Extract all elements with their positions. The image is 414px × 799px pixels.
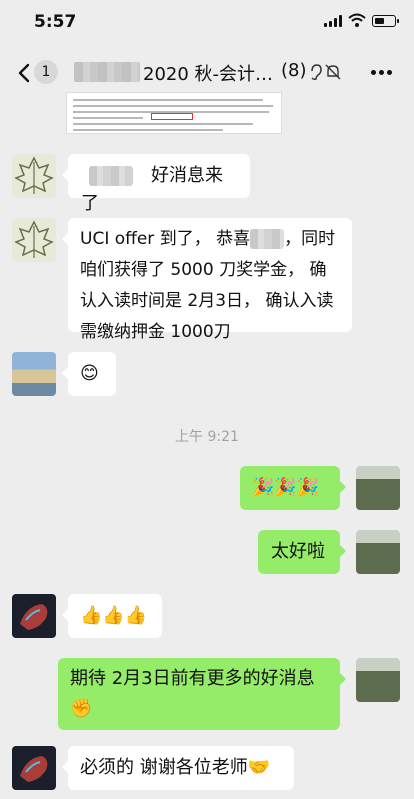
chat-title: 2020 秋-会计… [143,64,274,85]
message-bubble[interactable]: 😊 [62,352,116,396]
blurred-name [250,229,285,249]
wifi-icon [348,13,366,27]
message-bubble[interactable]: 太好啦 [258,530,346,574]
avatar[interactable] [12,746,56,790]
status-time: 5:57 [34,12,77,32]
status-bar: 5:57 [0,0,414,40]
message-text: 👍👍👍 [80,605,148,626]
signal-icon [324,15,344,27]
member-count: (8) [281,60,307,81]
message-bubble[interactable]: 🎉🎉🎉 [240,466,346,510]
message-bubble[interactable]: 期待 2月3日前有更多的好消息✊ [58,658,346,730]
more-icon[interactable] [371,70,393,76]
message-text: 🎉🎉🎉 [252,477,320,498]
blurred-name [89,166,133,186]
blurred-name [74,62,140,82]
back-icon[interactable] [14,61,36,85]
message-text: UCI offer 到了， 恭喜 [80,229,251,249]
avatar[interactable] [12,594,56,638]
message-bubble[interactable]: 好消息来了 [62,154,250,214]
timestamp: 上午 9:21 [175,429,239,445]
message-bubble[interactable]: 👍👍👍 [62,594,162,638]
message-text: 太好啦 [271,541,325,562]
avatar[interactable] [12,352,56,396]
document-image-message[interactable] [66,92,282,134]
battery-icon [372,15,399,27]
message-text: 😊 [80,363,99,384]
avatar[interactable] [356,466,400,510]
avatar[interactable] [12,154,56,198]
avatar[interactable] [356,530,400,574]
ear-icon [311,64,322,81]
message-text: 必须的 谢谢各位老师🤝 [80,757,271,778]
message-bubble[interactable]: UCI offer 到了， 恭喜 ，同时咱们获得了 5000 刀奖学金， 确认入读… [62,218,352,342]
avatar[interactable] [356,658,400,702]
message-text: 期待 2月3日前有更多的好消息✊ [70,668,315,719]
avatar[interactable] [12,218,56,262]
mute-icon [325,64,341,80]
message-bubble[interactable]: 必须的 谢谢各位老师🤝 [62,746,294,790]
unread-badge[interactable]: 1 [34,60,58,84]
